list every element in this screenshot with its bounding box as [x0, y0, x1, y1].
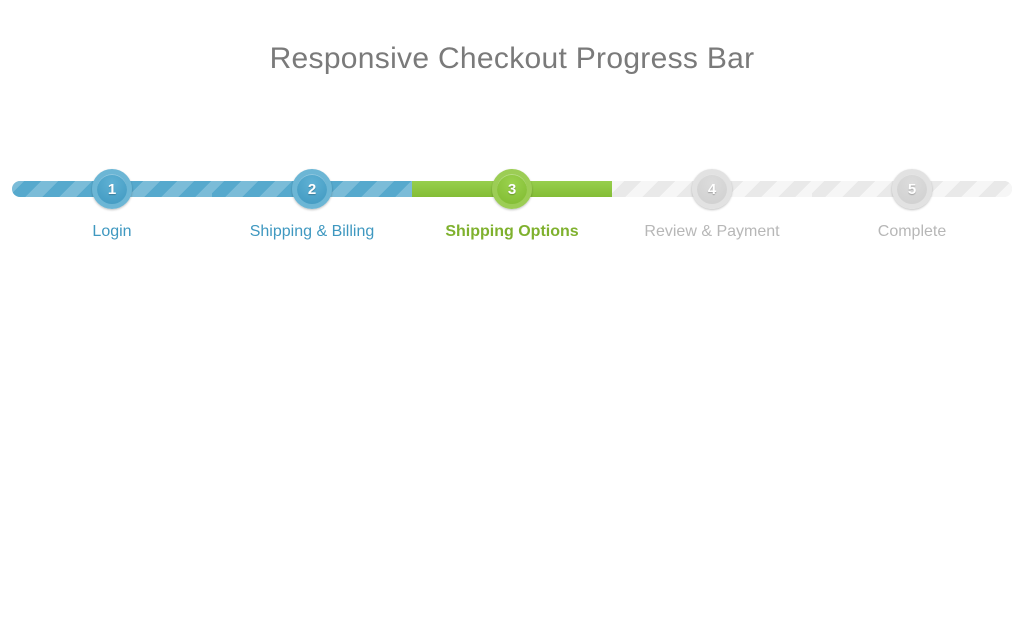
step-disc: 1: [92, 169, 132, 209]
step-label: Complete: [878, 223, 946, 241]
checkout-progress-bar: 1 Login 2 Shipping & Billing 3 Shipping …: [0, 181, 1024, 271]
step-disc: 2: [292, 169, 332, 209]
step-label: Shipping & Billing: [250, 223, 375, 241]
step-label: Login: [92, 223, 131, 241]
page-title: Responsive Checkout Progress Bar: [0, 42, 1024, 76]
step-label: Shipping Options: [445, 223, 578, 241]
step-disc: 5: [892, 169, 932, 209]
step-disc: 4: [692, 169, 732, 209]
step-disc: 3: [492, 169, 532, 209]
step-label: Review & Payment: [644, 223, 779, 241]
